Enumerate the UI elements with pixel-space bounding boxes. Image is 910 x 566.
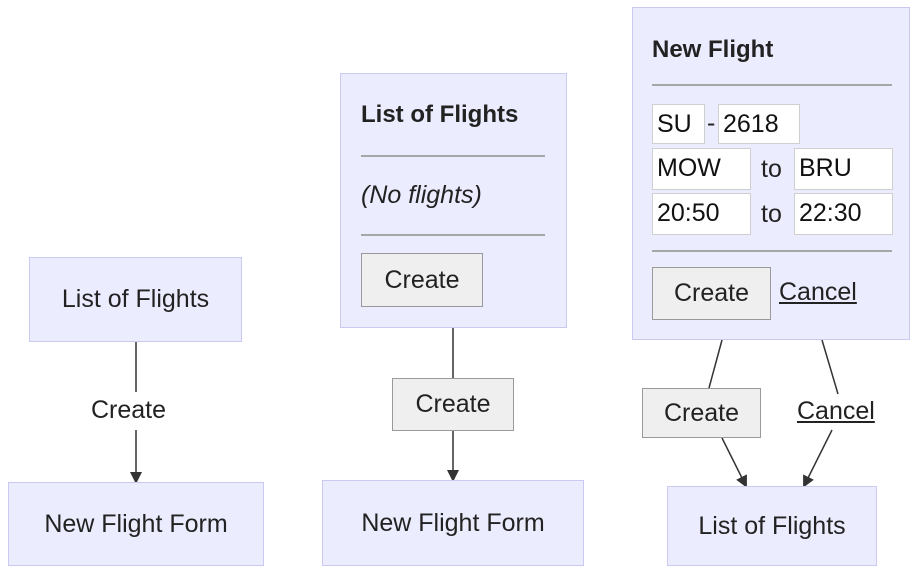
node-label: List of Flights [61,285,210,313]
new-flight-screen: New Flight SU - 2618 MOW to BRU 20:50 to… [632,7,910,340]
cancel-link[interactable]: Cancel [779,278,857,307]
divider [361,155,545,157]
divider [361,234,545,236]
edge-line-d3-cancel-top [821,339,839,395]
depart-time-field[interactable]: 20:50 [652,193,751,235]
flight-number-field[interactable]: 2618 [718,104,800,144]
empty-state-text: (No flights) [361,181,482,209]
new-flight-form-node: New Flight Form [8,482,264,566]
edge-line-d3-create-top [708,339,723,389]
create-button[interactable]: Create [361,253,483,307]
list-of-flights-node: List of Flights [29,257,242,342]
screen-title: New Flight [652,36,774,63]
edge-arrow-d3-create [721,437,747,488]
to-label: to [761,200,782,228]
edge-cancel-link: Cancel [797,397,875,425]
create-button[interactable]: Create [652,267,771,320]
dash-separator: - [707,109,716,137]
node-label: New Flight Form [44,509,228,538]
list-of-flights-node: List of Flights [667,486,877,566]
edge-create-button: Create [392,378,514,431]
edge-create-button: Create [642,388,761,438]
to-label: to [761,155,782,183]
screen-title: List of Flights [361,101,519,128]
divider [652,250,892,252]
divider [652,84,892,86]
node-label: List of Flights [698,511,846,540]
list-of-flights-screen: List of Flights (No flights) Create [340,73,567,328]
edge-arrow-d3-cancel [803,429,833,488]
from-city-field[interactable]: MOW [652,148,751,190]
to-city-field[interactable]: BRU [794,148,893,190]
node-label: New Flight Form [361,508,545,537]
arrive-time-field[interactable]: 22:30 [794,193,893,235]
new-flight-form-node: New Flight Form [322,480,584,566]
airline-code-field[interactable]: SU [652,104,705,144]
edge-label-create: Create [91,396,167,424]
